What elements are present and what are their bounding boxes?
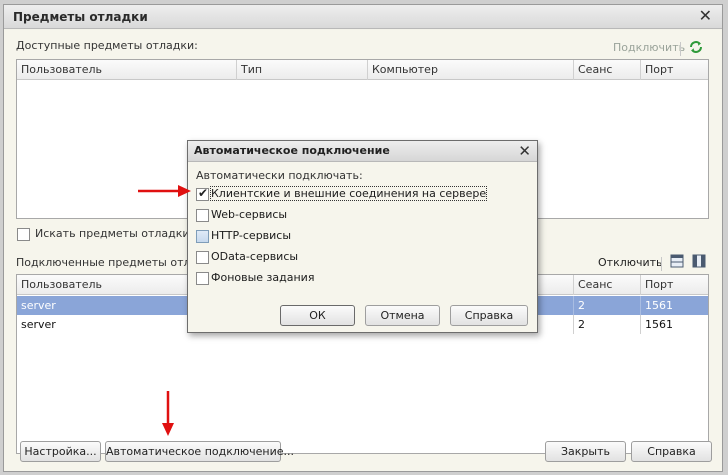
close-button[interactable]: Закрыть	[545, 441, 626, 462]
cell-port: 1561	[645, 299, 673, 312]
dialog-help-button[interactable]: Справка	[450, 305, 528, 326]
connected-items-label: Подключенные предметы отладк	[16, 256, 212, 269]
toolbar-separator	[680, 42, 681, 56]
columns-icon[interactable]	[692, 254, 706, 268]
option-checkbox-web-services[interactable]	[196, 209, 209, 222]
option-label-background-jobs: Фоновые задания	[211, 271, 315, 284]
cell-port: 1561	[645, 318, 673, 331]
option-label-web-services: Web-сервисы	[211, 208, 288, 221]
refresh-icon[interactable]	[688, 39, 704, 55]
column-header-type[interactable]: Тип	[237, 60, 368, 80]
settings-button[interactable]: Настройка...	[20, 441, 101, 462]
auto-connect-dialog: Автоматическое подключение ✕ Автоматичес…	[187, 140, 538, 333]
search-items-checkbox[interactable]	[17, 228, 30, 241]
column-header-computer[interactable]: Компьютер	[368, 60, 574, 80]
option-label-odata-services: OData-сервисы	[211, 250, 299, 263]
connect-link[interactable]: Подключить	[613, 41, 685, 54]
ok-button[interactable]: ОК	[280, 305, 355, 326]
column-header-port[interactable]: Порт	[641, 60, 708, 80]
available-items-label: Доступные предметы отладки:	[16, 39, 198, 52]
cancel-button[interactable]: Отмена	[365, 305, 440, 326]
option-label-client-connections: Клиентские и внешние соединения на серве…	[209, 186, 488, 201]
close-icon[interactable]: ✕	[699, 8, 712, 24]
cell-session: 2	[574, 315, 641, 334]
disconnect-link[interactable]: Отключить	[598, 256, 663, 269]
arrow-right-icon	[138, 185, 191, 197]
table-icon[interactable]	[670, 254, 684, 268]
column-header-port[interactable]: Порт	[641, 275, 708, 295]
window-titlebar: Предметы отладки ✕	[4, 5, 722, 29]
option-checkbox-background-jobs[interactable]	[196, 272, 209, 285]
column-header-user[interactable]: Пользователь	[17, 60, 237, 80]
window-title: Предметы отладки	[13, 10, 148, 24]
auto-connect-heading: Автоматически подключать:	[196, 169, 363, 182]
option-checkbox-odata-services[interactable]	[196, 251, 209, 264]
option-label-http-services: HTTP-сервисы	[211, 229, 292, 242]
option-checkbox-client-connections[interactable]	[196, 186, 209, 201]
toolbar-separator	[661, 257, 662, 271]
close-icon[interactable]: ✕	[518, 142, 531, 160]
column-header-session[interactable]: Сеанс	[574, 275, 641, 295]
help-button[interactable]: Справка	[631, 441, 712, 462]
dialog-title: Автоматическое подключение	[194, 144, 390, 157]
arrow-down-icon	[162, 391, 174, 436]
dialog-titlebar: Автоматическое подключение ✕	[188, 141, 537, 162]
cell-session: 2	[574, 296, 641, 315]
desktop-background: Предметы отладки ✕ Доступные предметы от…	[0, 0, 728, 475]
column-header-session[interactable]: Сеанс	[574, 60, 641, 80]
table-header: Пользователь Тип Компьютер Сеанс Порт	[17, 60, 708, 80]
option-checkbox-http-services[interactable]	[196, 230, 209, 243]
auto-connect-button[interactable]: Автоматическое подключение...	[105, 441, 294, 462]
